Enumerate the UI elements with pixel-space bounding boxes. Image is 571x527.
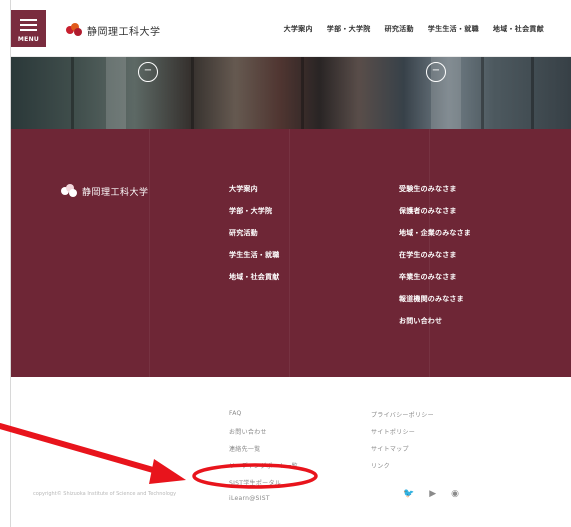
nav-item-community[interactable]: 地域・社会貢献 [493,24,544,34]
site-logo-text: 静岡理工科大学 [87,26,161,38]
footer-bottom: FAQ お問い合わせ 連絡先一覧 リーディングポート一覧 SIST学生ポータル … [11,377,571,527]
footer-link-links[interactable]: リンク [371,461,434,470]
footer-link-sitemap[interactable]: サイトマップ [371,444,434,453]
footer-link-about[interactable]: 大学案内 [229,184,279,193]
site-header: MENU 静岡理工科大学 大学案内 学部・大学院 研究活動 学生生活・就職 地域… [11,0,571,57]
footer-link-group-list[interactable]: リーディングポート一覧 [229,461,298,470]
footer-link-companies[interactable]: 地域・企業のみなさま [399,228,471,237]
footer-logo[interactable]: 静岡理工科大学 [61,184,149,198]
footer-link-inquiry[interactable]: お問い合わせ [229,427,298,436]
social-links: 🐦 ▶ ◉ [403,489,459,499]
menu-label: MENU [17,36,40,43]
footer-link-site-policy[interactable]: サイトポリシー [371,427,434,436]
footer-link-faculties[interactable]: 学部・大学院 [229,206,279,215]
footer-link-contact[interactable]: お問い合わせ [399,316,471,325]
youtube-icon[interactable]: ▶ [429,489,436,499]
footer-link-parents[interactable]: 保護者のみなさま [399,206,471,215]
footer-utility-links: FAQ お問い合わせ 連絡先一覧 リーディングポート一覧 SIST学生ポータル … [229,410,298,512]
footer-link-applicants[interactable]: 受験生のみなさま [399,184,471,193]
instagram-icon[interactable]: ◉ [451,489,459,499]
footer-link-alumni[interactable]: 卒業生のみなさま [399,272,471,281]
footer-link-ilearn[interactable]: iLearn@SIST [229,495,298,504]
chevron-left-icon: − [143,65,153,76]
hamburger-icon [20,19,37,34]
university-emblem-icon [66,23,82,37]
footer-link-students[interactable]: 在学生のみなさま [399,250,471,259]
nav-item-about[interactable]: 大学案内 [284,24,313,34]
footer-link-directory[interactable]: 連絡先一覧 [229,444,298,453]
nav-item-faculties[interactable]: 学部・大学院 [327,24,371,34]
chevron-right-icon: − [431,65,441,76]
footer-main: 静岡理工科大学 大学案内 学部・大学院 研究活動 学生生活・就職 地域・社会貢献… [11,129,571,377]
global-nav: 大学案内 学部・大学院 研究活動 学生生活・就職 地域・社会貢献 [284,24,544,34]
footer-policy-links: プライバシーポリシー サイトポリシー サイトマップ リンク [371,410,434,478]
nav-item-student-life[interactable]: 学生生活・就職 [428,24,479,34]
page: MENU 静岡理工科大学 大学案内 学部・大学院 研究活動 学生生活・就職 地域… [10,0,571,527]
footer-logo-text: 静岡理工科大学 [82,187,149,198]
footer-link-press[interactable]: 報道機関のみなさま [399,294,471,303]
university-emblem-icon [61,184,77,198]
footer-nav-main: 大学案内 学部・大学院 研究活動 学生生活・就職 地域・社会貢献 [229,184,279,294]
campus-photo [11,57,571,129]
twitter-icon[interactable]: 🐦 [403,489,414,499]
footer-link-privacy[interactable]: プライバシーポリシー [371,410,434,419]
nav-item-research[interactable]: 研究活動 [385,24,414,34]
footer-link-student-life[interactable]: 学生生活・就職 [229,250,279,259]
footer-link-community[interactable]: 地域・社会貢献 [229,272,279,281]
hero-next-button[interactable]: − [426,62,446,82]
footer-link-faq[interactable]: FAQ [229,410,298,419]
hero-prev-button[interactable]: − [138,62,158,82]
footer-nav-audience: 受験生のみなさま 保護者のみなさま 地域・企業のみなさま 在学生のみなさま 卒業… [399,184,471,338]
footer-link-student-portal[interactable]: SIST学生ポータル [229,478,298,487]
copyright-text: copyright© Shizuoka Institute of Science… [33,491,177,497]
menu-button[interactable]: MENU [11,10,46,47]
site-logo[interactable]: 静岡理工科大学 [66,22,161,38]
footer-link-research[interactable]: 研究活動 [229,228,279,237]
